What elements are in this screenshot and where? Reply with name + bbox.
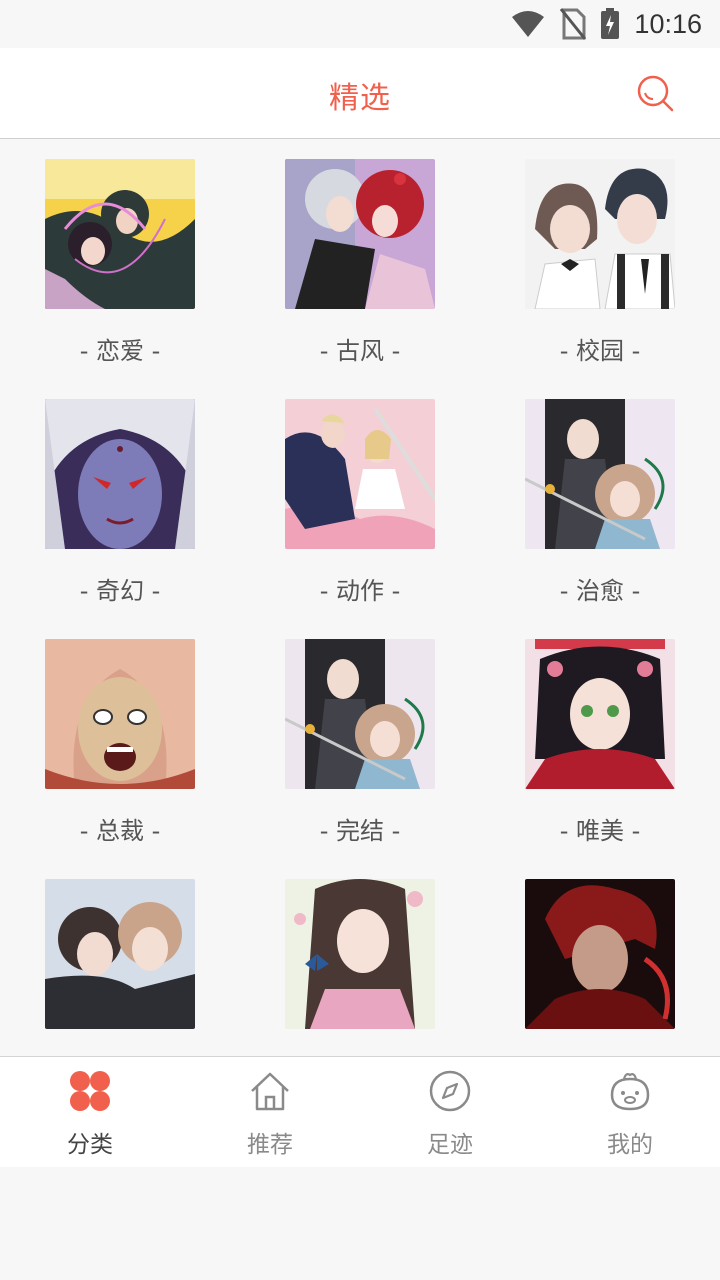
category-item[interactable] [0,859,240,1056]
home-icon [251,1072,289,1111]
category-item-ceo[interactable]: - 总裁 - [0,619,240,859]
category-cover-image [45,639,195,789]
page-title: 精选 [329,81,391,116]
tab-label: 分类 [67,1132,113,1158]
category-cover-image [525,399,675,549]
tab-history[interactable]: 足迹 [360,1057,540,1167]
category-item-fantasy[interactable]: - 奇幻 - [0,379,240,619]
category-cover-image [525,879,675,1029]
status-bar: 10:16 [0,0,720,48]
category-item-action[interactable]: - 动作 - [240,379,480,619]
category-label: - 古风 - [319,337,401,365]
grid-clover-icon [70,1071,110,1111]
category-cover-image [285,159,435,309]
search-icon [637,75,674,112]
category-grid: - 恋爱 - - 古风 - - 校园 - - 奇幻 - - 动作 - - 治愈 … [0,139,720,1056]
tab-label: 足迹 [427,1132,473,1158]
category-cover-image [45,399,195,549]
category-label: - 校园 - [559,337,641,365]
bottom-nav: 分类 推荐 足迹 我的 [0,1056,720,1167]
category-cover-image [285,639,435,789]
status-time: 10:16 [634,8,702,39]
category-item-healing[interactable]: - 治愈 - [480,379,720,619]
category-label: - 治愈 - [559,577,641,605]
tab-mine[interactable]: 我的 [540,1057,720,1167]
category-item-romance[interactable]: - 恋爱 - [0,139,240,379]
category-label: - 动作 - [319,577,401,605]
tab-label: 推荐 [247,1132,293,1158]
category-item-completed[interactable]: - 完结 - [240,619,480,859]
category-label: - 唯美 - [559,817,641,845]
category-label: - 奇幻 - [79,577,161,605]
category-cover-image [45,879,195,1029]
tab-category[interactable]: 分类 [0,1057,180,1167]
category-cover-image [525,639,675,789]
status-icons: 10:16 [510,6,702,42]
battery-charging-icon [601,8,620,39]
compass-icon [429,1070,471,1112]
no-sim-icon [560,8,587,40]
category-label: - 完结 - [319,817,401,845]
category-item-beautiful[interactable]: - 唯美 - [480,619,720,859]
category-item-ancient[interactable]: - 古风 - [240,139,480,379]
search-button[interactable] [636,74,676,114]
category-label: - 恋爱 - [79,337,161,365]
app-header: 精选 [0,48,720,139]
category-item[interactable] [240,859,480,1056]
category-cover-image [285,879,435,1029]
category-item[interactable] [480,859,720,1056]
category-cover-image [285,399,435,549]
tab-label: 我的 [607,1132,653,1158]
tab-recommend[interactable]: 推荐 [180,1057,360,1167]
category-label: - 总裁 - [79,817,161,845]
category-cover-image [525,159,675,309]
system-nav-area [0,1167,720,1280]
face-icon [610,1073,650,1111]
wifi-icon [512,11,545,37]
category-cover-image [45,159,195,309]
category-item-campus[interactable]: - 校园 - [480,139,720,379]
